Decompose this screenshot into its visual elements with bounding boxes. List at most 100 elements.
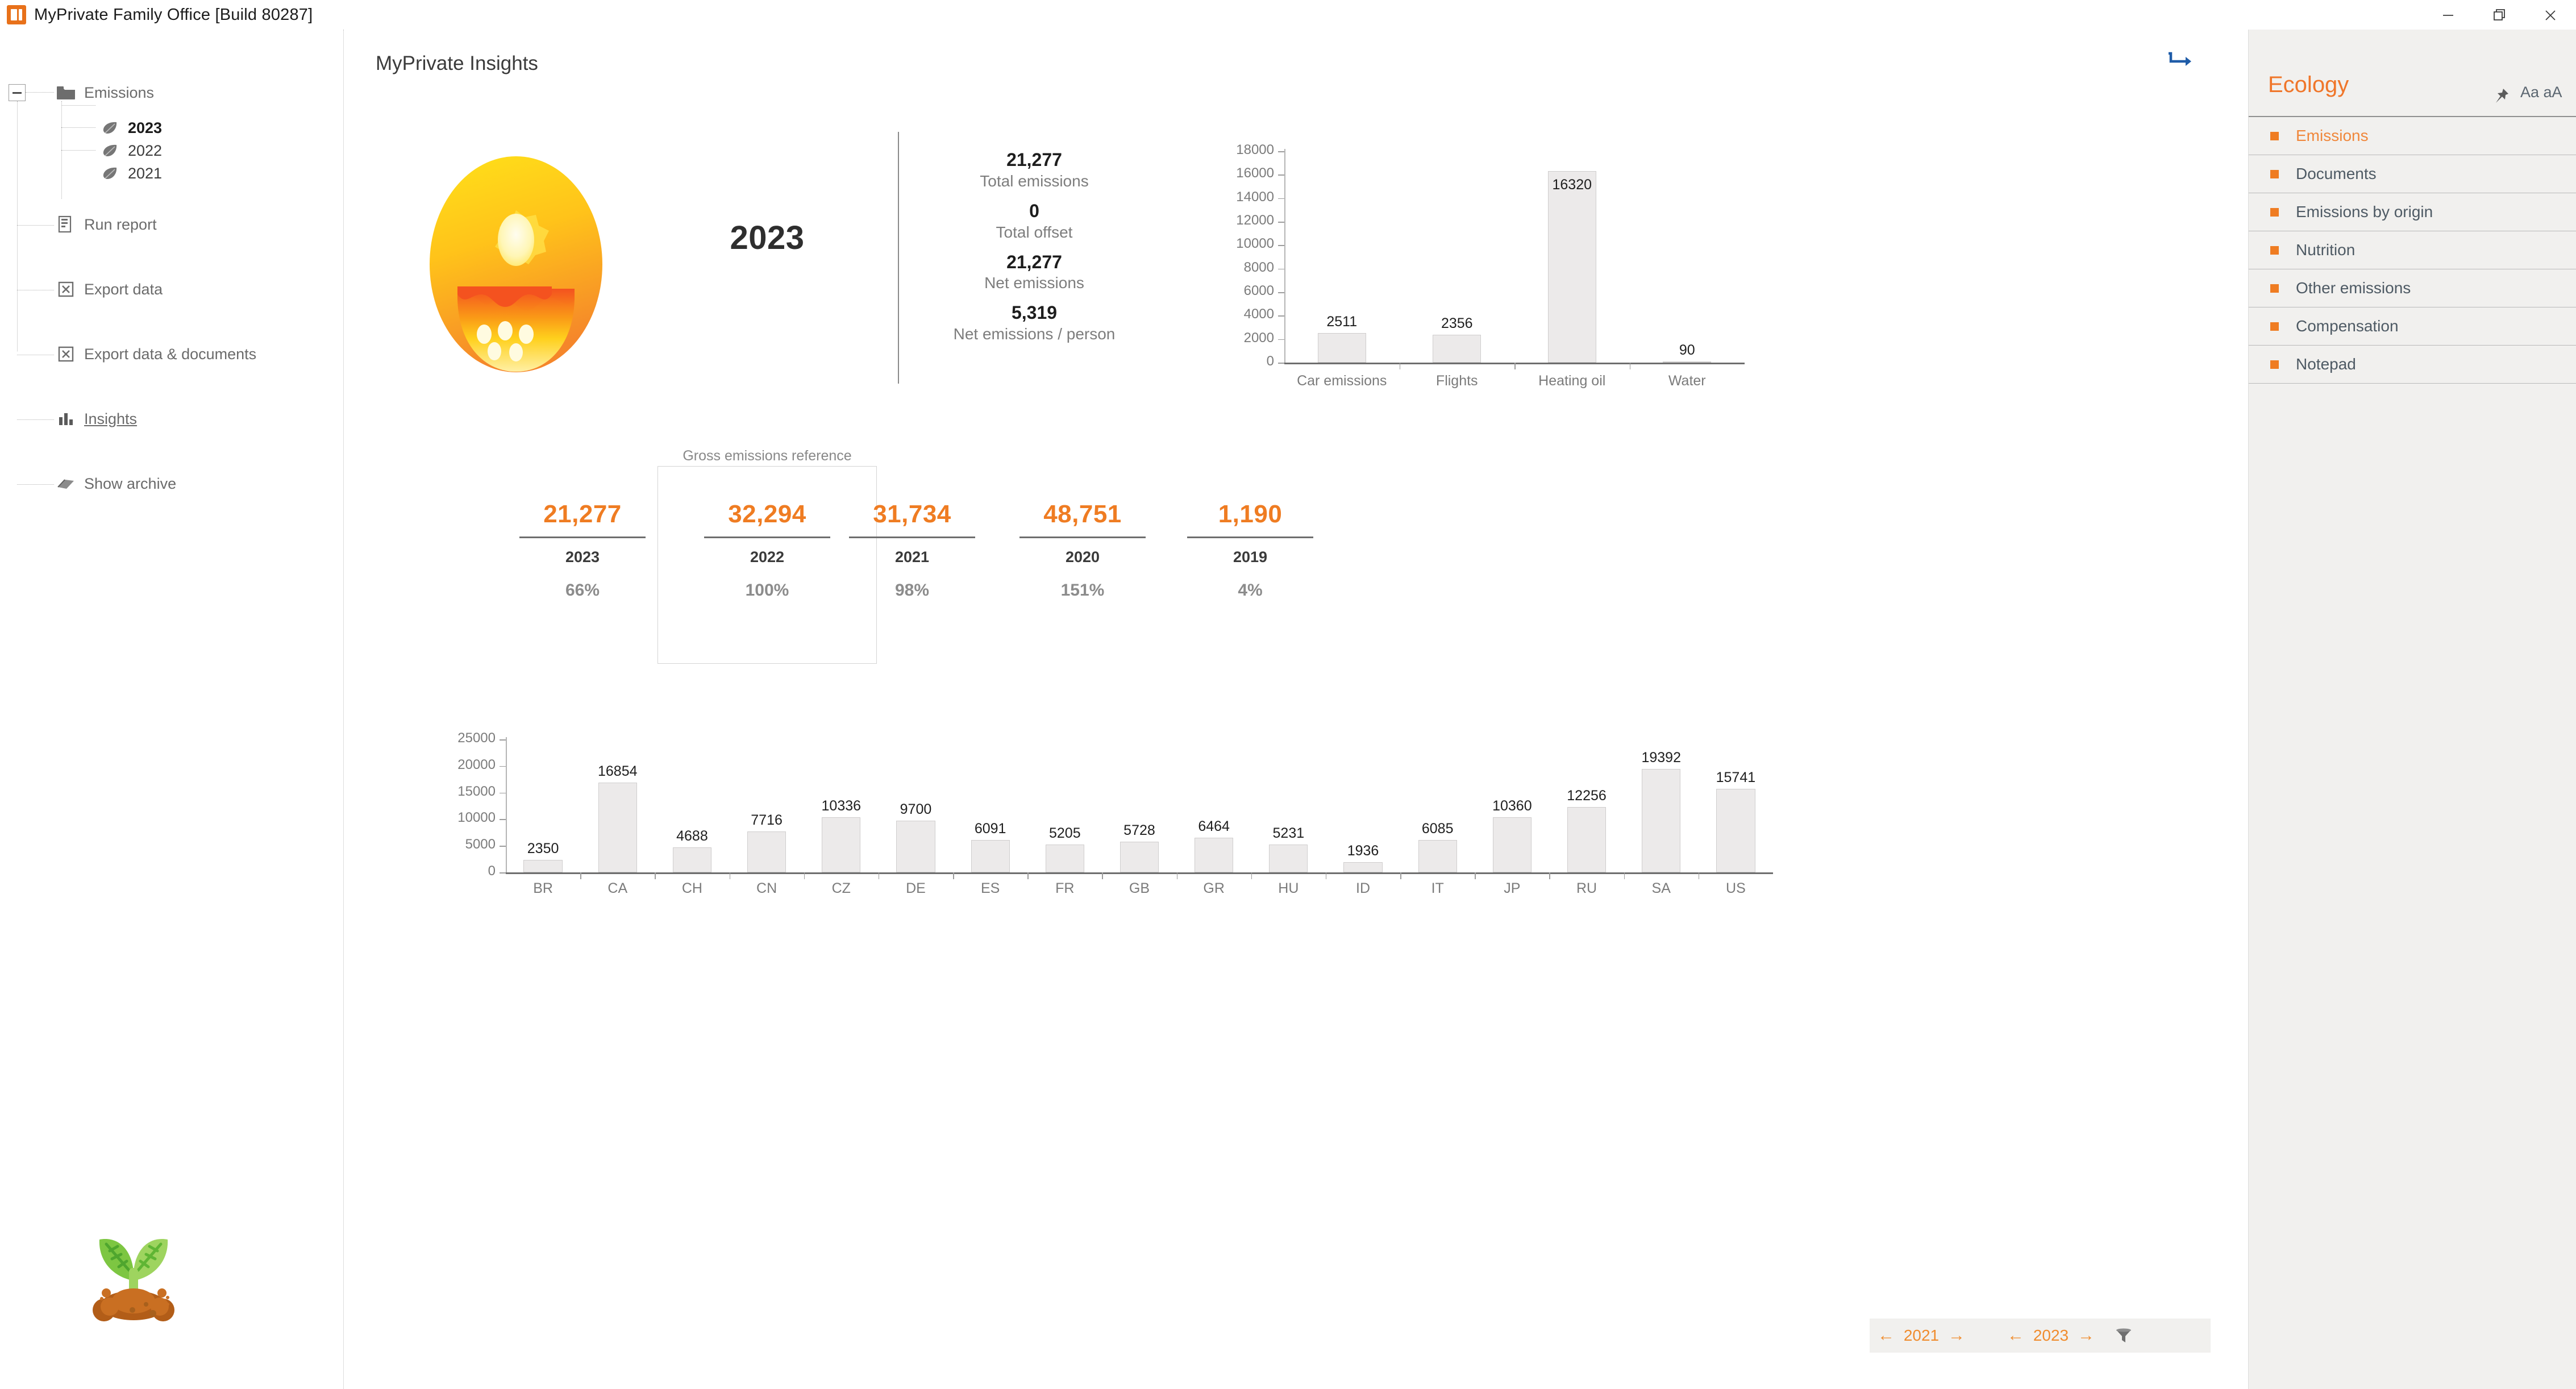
bar[interactable] [1195, 838, 1234, 872]
x-axis-tick-mark [580, 872, 581, 879]
y-axis-tick-label: 0 [488, 863, 496, 879]
bar[interactable] [896, 821, 935, 872]
x-axis-tick-mark [953, 872, 954, 879]
next-year-left-button[interactable]: → [1940, 1327, 1973, 1344]
bar[interactable] [1663, 361, 1712, 363]
pin-icon[interactable] [2491, 86, 2511, 109]
tree-expander-emissions[interactable] [9, 84, 26, 101]
bar[interactable] [1269, 845, 1308, 872]
app-icon [7, 5, 26, 24]
bar-value-label: 5728 [1123, 822, 1155, 839]
y-axis-tick-label: 6000 [1243, 283, 1274, 298]
y-axis-tick-mark [500, 766, 506, 767]
bullet-square-icon [2270, 360, 2279, 369]
bar[interactable] [1716, 788, 1755, 872]
bar-chart-icon [56, 409, 76, 429]
bar[interactable] [672, 847, 712, 872]
tree-item-label: Export data [84, 280, 163, 298]
right-panel-item-notepad[interactable]: Notepad [2249, 346, 2576, 384]
bar[interactable] [747, 831, 786, 872]
y-axis-tick-label: 2000 [1243, 330, 1274, 346]
x-axis-category-label: CH [681, 880, 702, 896]
bar-value-label: 5205 [1049, 825, 1081, 842]
right-panel-item-label: Other emissions [2296, 279, 2411, 297]
right-panel-item-other-emissions[interactable]: Other emissions [2249, 269, 2576, 307]
window-title-bar: MyPrivate Family Office [Build 80287] [0, 0, 2576, 30]
y-axis-tick-mark [500, 872, 506, 874]
year-left-value[interactable]: 2021 [1903, 1326, 1940, 1345]
bar[interactable] [1547, 170, 1596, 363]
font-size-toggle[interactable]: Aa aA [2520, 84, 2562, 101]
year-right-value[interactable]: 2023 [2032, 1326, 2070, 1345]
comparison-percent: 98% [894, 580, 930, 600]
year-comparison-card-2019[interactable]: 1,190 2019 4% [1179, 500, 1321, 600]
bar[interactable] [1567, 807, 1607, 872]
bar[interactable] [1317, 333, 1366, 363]
bar[interactable] [1492, 817, 1532, 872]
bar[interactable] [971, 839, 1010, 872]
right-panel-item-compensation[interactable]: Compensation [2249, 307, 2576, 346]
x-axis-category-label: GB [1129, 880, 1150, 896]
year-comparison-card-2022[interactable]: 32,294 2022 100% [696, 500, 838, 600]
bar[interactable] [1343, 862, 1383, 872]
bar[interactable] [822, 817, 861, 872]
tree-item-export-data-documents[interactable]: Export data & documents [56, 341, 256, 367]
x-axis-tick-mark [878, 872, 880, 879]
y-axis-tick-mark [500, 846, 506, 847]
prev-year-left-button[interactable]: ← [1870, 1327, 1903, 1344]
right-panel-item-nutrition[interactable]: Nutrition [2249, 231, 2576, 269]
right-side-panel: Ecology Aa aA Emissions Documents Emission… [2248, 30, 2576, 1389]
seedling-emoji [77, 1209, 190, 1323]
y-axis-tick-label: 4000 [1243, 306, 1274, 322]
comparison-year: 2021 [894, 548, 930, 565]
bar[interactable] [523, 860, 563, 872]
x-axis-category-label: CN [756, 880, 777, 896]
comparison-percent: 66% [565, 580, 600, 600]
right-panel-item-documents[interactable]: Documents [2249, 155, 2576, 193]
comparison-year: 2020 [1065, 548, 1100, 565]
forward-arrow-icon[interactable] [2165, 50, 2196, 76]
year-comparison-card-2021[interactable]: 31,734 2021 98% [841, 500, 983, 600]
bar-value-label: 2356 [1441, 315, 1473, 332]
leaf-icon [99, 140, 120, 161]
tree-item-year-2021[interactable]: 2021 [99, 160, 162, 186]
tree-item-label: 2021 [128, 164, 163, 182]
export-excel-icon [56, 279, 76, 300]
minimize-button[interactable] [2423, 0, 2474, 30]
y-axis-tick-label: 8000 [1243, 259, 1274, 275]
tree-item-emissions[interactable]: Emissions [56, 80, 154, 106]
funnel-filter-icon[interactable] [2103, 1326, 2145, 1345]
restore-button[interactable] [2474, 0, 2525, 30]
y-axis-tick-label: 16000 [1236, 165, 1274, 181]
close-button[interactable] [2525, 0, 2576, 30]
year-comparison-card-2020[interactable]: 48,751 2020 151% [1012, 500, 1154, 600]
bar[interactable] [1418, 840, 1457, 872]
right-panel-item-label: Notepad [2296, 355, 2356, 373]
kpi-label-net-emissions-per-person: Net emissions / person [953, 325, 1116, 343]
tree-item-show-archive[interactable]: Show archive [56, 471, 176, 497]
x-axis-tick-mark [1251, 872, 1252, 879]
right-panel-item-emissions-by-origin[interactable]: Emissions by origin [2249, 193, 2576, 231]
x-axis-category-label: SA [1651, 880, 1671, 896]
x-axis-category-label: CZ [831, 880, 851, 896]
y-axis-tick-mark [1278, 268, 1284, 270]
tree-item-label: 2022 [128, 142, 163, 159]
tree-item-export-data[interactable]: Export data [56, 276, 163, 302]
bar[interactable] [598, 783, 637, 872]
y-axis-tick-label: 0 [1266, 354, 1274, 369]
bar[interactable] [1433, 335, 1481, 363]
comparison-year: 2019 [1233, 548, 1268, 565]
tree-item-run-report[interactable]: Run report [56, 211, 157, 238]
x-axis-tick-mark [1624, 872, 1625, 879]
bar[interactable] [1045, 845, 1084, 872]
bar[interactable] [1642, 769, 1681, 872]
tree-item-insights[interactable]: Insights [56, 406, 137, 432]
bar-value-label: 6085 [1421, 821, 1454, 837]
year-comparison-card-2023[interactable]: 21,277 2023 66% [511, 500, 654, 600]
tree-connector [61, 127, 95, 128]
bar[interactable] [1120, 842, 1159, 872]
window-title: MyPrivate Family Office [Build 80287] [34, 5, 313, 24]
prev-year-right-button[interactable]: ← [1999, 1327, 2032, 1344]
right-panel-item-emissions[interactable]: Emissions [2249, 117, 2576, 155]
next-year-right-button[interactable]: → [2070, 1327, 2103, 1344]
